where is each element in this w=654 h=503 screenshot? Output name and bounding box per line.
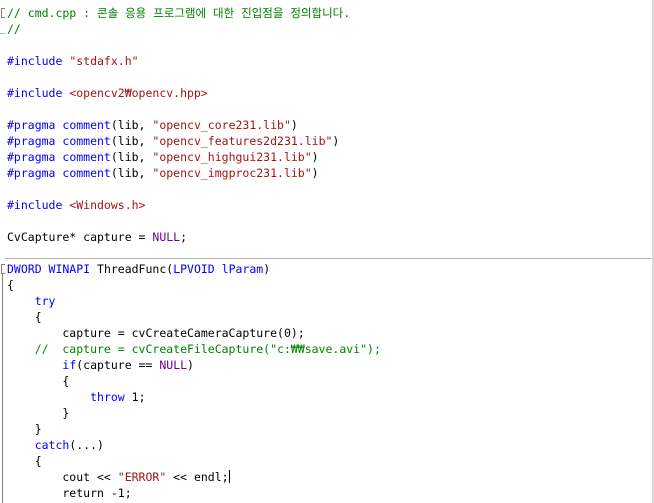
code-token: if: [62, 358, 77, 372]
code-token: }: [7, 422, 42, 436]
code-line[interactable]: ​: [7, 181, 381, 197]
code-line[interactable]: // capture = cvCreateFileCapture("c:₩₩sa…: [7, 341, 381, 357]
code-line[interactable]: catch(...): [7, 437, 381, 453]
code-line[interactable]: ​: [7, 245, 381, 261]
code-line[interactable]: {: [7, 453, 381, 469]
code-text-area[interactable]: // cmd.cpp : 콘솔 응용 프로그램에 대한 진입점을 정의합니다. /…: [7, 5, 381, 501]
code-line[interactable]: }: [7, 405, 381, 421]
code-line[interactable]: return -1;: [7, 485, 381, 501]
code-token: #pragma: [7, 166, 63, 180]
code-token: ThreadFunc(: [97, 262, 174, 276]
code-line[interactable]: {: [7, 309, 381, 325]
code-line[interactable]: cout << "ERROR" << endl;: [7, 469, 381, 485]
code-token: comment: [62, 134, 111, 148]
code-token: (lib,: [110, 150, 153, 164]
editor-gutter: [0, 0, 5, 503]
code-token: #include: [7, 198, 70, 212]
code-token: #pragma: [7, 118, 63, 132]
code-token: (capture ==: [76, 358, 160, 372]
code-token: DWORD WINAPI: [7, 262, 98, 276]
code-token: catch: [34, 438, 70, 452]
code-token: try: [34, 294, 56, 308]
code-token: {: [7, 454, 42, 468]
code-line[interactable]: ​: [7, 37, 381, 53]
code-token: <Windows.h>: [69, 198, 146, 212]
text-caret: [228, 470, 230, 483]
code-line[interactable]: if(capture == NULL): [7, 357, 381, 373]
fold-marker-icon[interactable]: [1, 8, 5, 18]
code-token: // capture = cvCreateFileCapture("c:₩₩sa…: [7, 342, 381, 356]
code-line[interactable]: ​: [7, 101, 381, 117]
code-token: #pragma: [7, 134, 63, 148]
code-token: {: [7, 374, 70, 388]
code-token: "opencv_core231.lib": [152, 118, 291, 132]
code-token: #pragma: [7, 150, 63, 164]
code-token: "ERROR": [117, 470, 167, 484]
code-line[interactable]: CvCapture* capture = NULL;: [7, 229, 381, 245]
code-editor[interactable]: // cmd.cpp : 콘솔 응용 프로그램에 대한 진입점을 정의합니다. /…: [0, 0, 654, 503]
code-token: (...): [69, 438, 104, 452]
code-token: #include: [7, 54, 70, 68]
code-token: ): [290, 118, 298, 132]
code-token: << endl;: [166, 470, 229, 484]
code-line[interactable]: #include <opencv2₩opencv.hpp>: [7, 85, 381, 101]
code-token: throw: [90, 390, 125, 404]
code-line[interactable]: }: [7, 421, 381, 437]
code-line[interactable]: #include "stdafx.h": [7, 53, 381, 69]
code-line[interactable]: {: [7, 373, 381, 389]
code-token: "stdafx.h": [69, 54, 139, 68]
code-token: ): [311, 166, 319, 180]
code-token: "opencv_imgproc231.lib": [152, 166, 312, 180]
code-line[interactable]: #pragma comment(lib, "opencv_imgproc231.…: [7, 165, 381, 181]
code-line[interactable]: // cmd.cpp : 콘솔 응용 프로그램에 대한 진입점을 정의합니다.: [7, 5, 381, 21]
code-token: ): [187, 358, 194, 372]
code-token: NULL: [159, 358, 188, 372]
code-token: comment: [62, 150, 111, 164]
code-token: "opencv_features2d231.lib": [152, 134, 333, 148]
code-line[interactable]: #pragma comment(lib, "opencv_highgui231.…: [7, 149, 381, 165]
code-line[interactable]: {: [7, 277, 381, 293]
code-token: CvCapture* capture =: [7, 230, 153, 244]
code-token: ): [263, 262, 271, 276]
code-line[interactable]: #include <Windows.h>: [7, 197, 381, 213]
code-token: {: [7, 278, 14, 292]
code-token: LPVOID lParam: [173, 262, 264, 276]
code-line[interactable]: try: [7, 293, 381, 309]
code-token: NULL: [152, 230, 181, 244]
code-token: //: [7, 22, 21, 36]
code-token: // cmd.cpp : 콘솔 응용 프로그램에 대한 진입점을 정의합니다.: [7, 6, 351, 20]
code-token: #include: [7, 86, 70, 100]
code-token: (lib,: [110, 118, 153, 132]
code-token: ): [311, 150, 319, 164]
code-token: return -1;: [7, 486, 132, 500]
code-token: }: [7, 406, 70, 420]
code-line[interactable]: ​: [7, 213, 381, 229]
fold-guide-line: [2, 274, 3, 503]
code-token: "opencv_highgui231.lib": [152, 150, 312, 164]
code-token: (lib,: [110, 166, 153, 180]
code-token: {: [7, 310, 42, 324]
code-token: cout <<: [7, 470, 118, 484]
code-token: <opencv2₩opencv.hpp>: [69, 86, 208, 100]
code-token: comment: [62, 166, 111, 180]
code-token: ): [332, 134, 340, 148]
code-token: 1;: [124, 390, 146, 404]
code-token: comment: [62, 118, 111, 132]
code-line[interactable]: #pragma comment(lib, "opencv_features2d2…: [7, 133, 381, 149]
region-separator: [0, 33, 5, 34]
code-token: capture = cvCreateCameraCapture(0);: [7, 326, 305, 340]
code-token: (lib,: [110, 134, 153, 148]
code-line[interactable]: capture = cvCreateCameraCapture(0);: [7, 325, 381, 341]
code-line[interactable]: //: [7, 21, 381, 37]
code-token: ;: [180, 230, 188, 244]
code-line[interactable]: ​: [7, 69, 381, 85]
fold-marker-icon[interactable]: [1, 264, 5, 274]
code-line[interactable]: #pragma comment(lib, "opencv_core231.lib…: [7, 117, 381, 133]
code-line[interactable]: throw 1;: [7, 389, 381, 405]
code-line[interactable]: DWORD WINAPI ThreadFunc(LPVOID lParam): [7, 261, 381, 277]
